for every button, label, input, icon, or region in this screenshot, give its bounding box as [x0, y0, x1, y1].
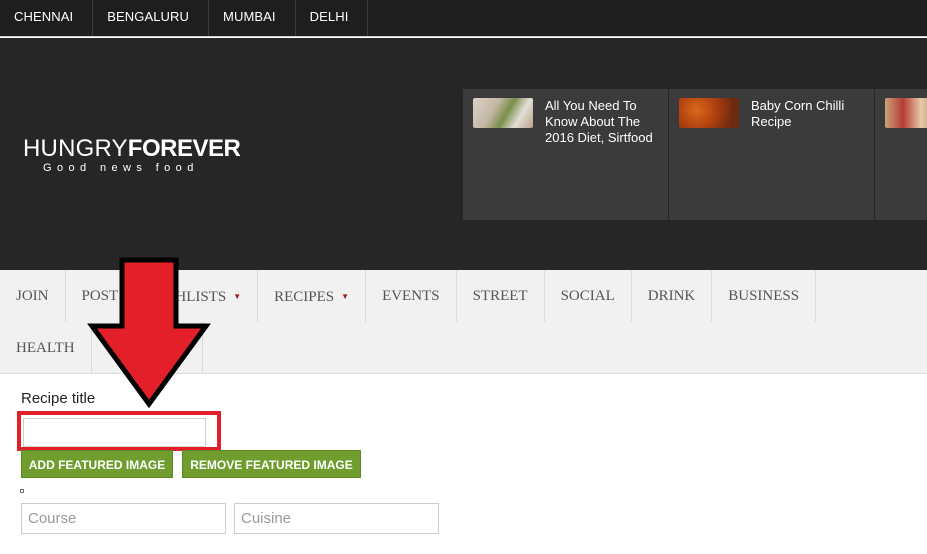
nav-item-label: STREET: [472, 288, 528, 304]
featured-thumbnail: [473, 98, 533, 128]
nav-item-hidden[interactable]: [92, 322, 203, 374]
nav-item-business[interactable]: BUSINESS: [712, 270, 817, 322]
cuisine-input[interactable]: [234, 503, 439, 534]
nav-item-label: BUSINESS: [728, 288, 800, 304]
nav-item-recipes[interactable]: RECIPES ▼: [258, 270, 367, 322]
course-input[interactable]: [21, 503, 226, 534]
nav-row-2: HEALTH: [0, 322, 203, 374]
nav-item-dishlists[interactable]: DISHLISTS ▼: [135, 270, 259, 322]
logo-wordmark: HUNGRYFOREVER: [23, 137, 283, 161]
caret-down-icon: ▼: [341, 292, 350, 301]
recipe-title-label: Recipe title: [21, 390, 96, 407]
city-link-bengaluru[interactable]: BENGALURU: [93, 0, 210, 36]
nav-row-1: JOIN POST DISHLISTS ▼ RECIPES ▼ EVENTS STR…: [0, 270, 817, 322]
nav-item-label: RECIPES: [274, 289, 335, 305]
featured-article-3[interactable]: [875, 89, 927, 220]
small-checkbox[interactable]: [20, 489, 24, 493]
nav-item-drink[interactable]: DRINK: [632, 270, 713, 322]
nav-item-label: HEALTH: [16, 340, 75, 356]
nav-item-post[interactable]: POST: [66, 270, 136, 322]
logo-wordmark-bold: FOREVER: [127, 135, 241, 162]
featured-thumbnail: [885, 98, 927, 128]
nav-item-label: DRINK: [647, 288, 696, 304]
logo-tagline: Good news food: [43, 162, 199, 174]
add-featured-image-button[interactable]: ADD FEATURED IMAGE: [21, 450, 173, 478]
nav-item-social[interactable]: SOCIAL: [545, 270, 632, 322]
recipe-title-input[interactable]: [23, 418, 206, 447]
nav-item-label: SOCIAL: [560, 288, 615, 304]
nav-item-label: DISHLISTS: [151, 289, 227, 305]
site-header: HUNGRYFOREVER Good news food All You Nee…: [0, 38, 927, 270]
nav-item-events[interactable]: EVENTS: [366, 270, 457, 322]
featured-article-title: Baby Corn Chilli Recipe: [751, 98, 845, 129]
city-link-mumbai[interactable]: MUMBAI: [209, 0, 296, 36]
city-bar: CHENNAI BENGALURU MUMBAI DELHI: [0, 0, 927, 37]
nav-item-street[interactable]: STREET: [457, 270, 545, 322]
nav-item-label: JOIN: [16, 288, 49, 304]
main-nav: JOIN POST DISHLISTS ▼ RECIPES ▼ EVENTS STR…: [0, 270, 927, 374]
caret-down-icon: ▼: [233, 292, 242, 301]
nav-item-health[interactable]: HEALTH: [0, 322, 92, 374]
remove-featured-image-button[interactable]: REMOVE FEATURED IMAGE: [182, 450, 361, 478]
featured-article-2[interactable]: Baby Corn Chilli Recipe: [669, 89, 875, 220]
nav-item-label: POST: [81, 288, 119, 304]
logo-wordmark-light: HUNGRY: [23, 135, 128, 162]
featured-article-title: All You Need To Know About The 2016 Diet…: [545, 98, 653, 145]
nav-item-label: EVENTS: [382, 288, 440, 304]
city-link-delhi[interactable]: DELHI: [296, 0, 369, 36]
featured-article-1[interactable]: All You Need To Know About The 2016 Diet…: [463, 89, 669, 220]
featured-thumbnail: [679, 98, 739, 128]
nav-item-join[interactable]: JOIN: [0, 270, 66, 322]
site-logo[interactable]: HUNGRYFOREVER Good news food: [23, 137, 283, 179]
city-link-chennai[interactable]: CHENNAI: [0, 0, 94, 36]
